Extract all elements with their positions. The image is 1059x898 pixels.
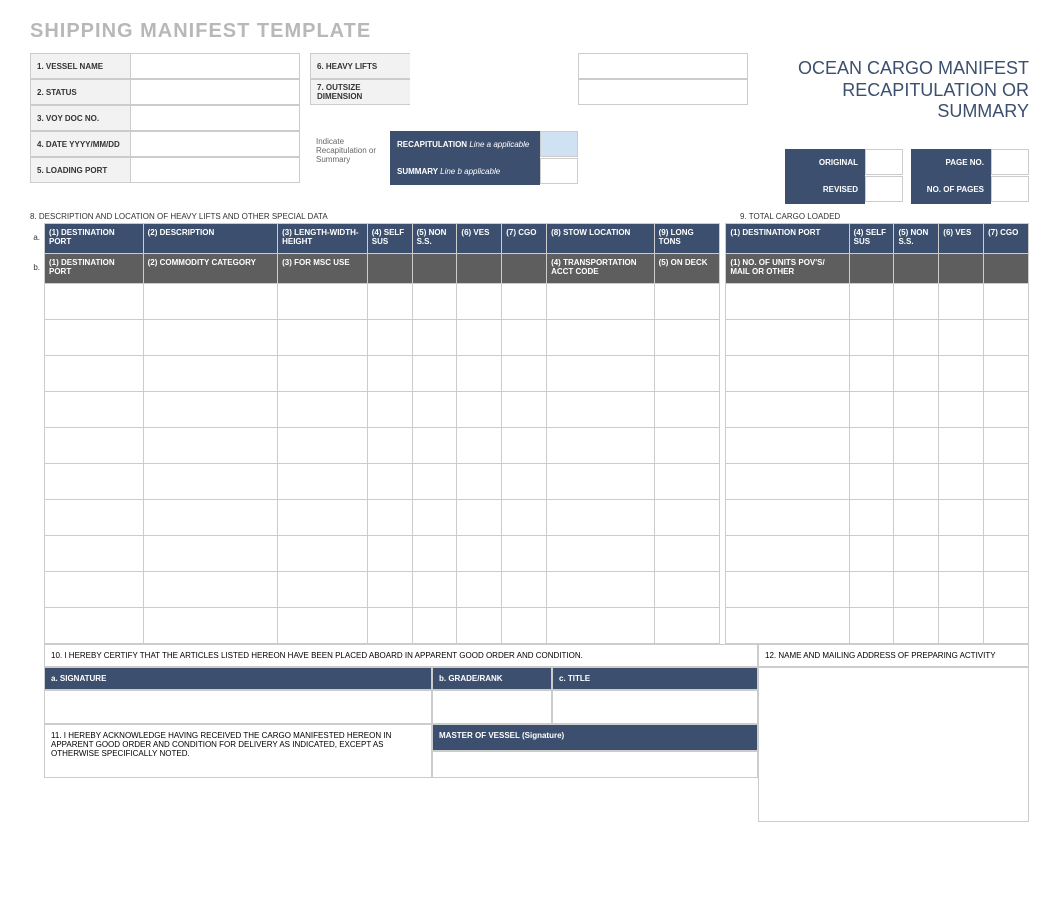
hdr-a-nonss2: (5) NON S.S. <box>894 223 939 253</box>
hdr-b-e8 <box>984 253 1029 283</box>
sig-a-field[interactable] <box>44 690 432 724</box>
sig-c-field[interactable] <box>552 690 758 724</box>
nopages-label: NO. OF PAGES <box>911 176 991 204</box>
field-voydoc-label: 3. VOY DOC NO. <box>30 105 130 131</box>
pageno-value[interactable] <box>991 149 1029 175</box>
field-loading-value[interactable] <box>130 157 300 183</box>
hdr-b-e2 <box>412 253 457 283</box>
table-body <box>45 283 1029 643</box>
addr-label: 12. NAME AND MAILING ADDRESS OF PREPARIN… <box>758 644 1029 667</box>
certify-text: 10. I HEREBY CERTIFY THAT THE ARTICLES L… <box>44 644 758 667</box>
field-heavylifts-value[interactable] <box>578 53 748 79</box>
revised-value[interactable] <box>865 176 903 202</box>
main-table-wrap: a. b. (1) DESTINATION PORT (2) DESCRIPTI… <box>30 223 1029 644</box>
sig-c-label: c. TITLE <box>552 667 758 690</box>
section-9-label: 9. TOTAL CARGO LOADED <box>740 212 1029 221</box>
doc-info: ORIGINAL REVISED PAGE NO. NO. OF PAGES <box>768 149 1029 204</box>
hdr-a-cgo2: (7) CGO <box>984 223 1029 253</box>
field-voydoc-value[interactable] <box>130 105 300 131</box>
hdr-b-e5 <box>849 253 894 283</box>
field-outsize-value[interactable] <box>578 79 748 105</box>
hdr-b-dest: (1) DESTINATION PORT <box>45 253 144 283</box>
top-section: 1. VESSEL NAME 2. STATUS 3. VOY DOC NO. … <box>30 53 1029 204</box>
header-row-a: (1) DESTINATION PORT (2) DESCRIPTION (3)… <box>45 223 1029 253</box>
table-row <box>45 391 1029 427</box>
header-row-b: (1) DESTINATION PORT (2) COMMODITY CATEG… <box>45 253 1029 283</box>
field-date-value[interactable] <box>130 131 300 157</box>
recap-b-check[interactable] <box>540 158 578 184</box>
hdr-b-e6 <box>894 253 939 283</box>
table-row <box>45 607 1029 643</box>
master-label: MASTER OF VESSEL (Signature) <box>432 724 758 751</box>
row-a-label: a. <box>30 223 44 253</box>
recap-b-label: SUMMARY Line b applicable <box>390 158 540 185</box>
hdr-b-e7 <box>939 253 984 283</box>
section-labels: 8. DESCRIPTION AND LOCATION OF HEAVY LIF… <box>30 212 1029 221</box>
table-row <box>45 463 1029 499</box>
hdr-a-lwh: (3) LENGTH-WIDTH-HEIGHT <box>278 223 368 253</box>
table-row <box>45 427 1029 463</box>
hdr-a-ves2: (6) VES <box>939 223 984 253</box>
hdr-a-ves: (6) VES <box>457 223 502 253</box>
hdr-a-desc: (2) DESCRIPTION <box>143 223 277 253</box>
hdr-a-dest2: (1) DESTINATION PORT <box>726 223 849 253</box>
recap-a-check[interactable] <box>540 131 578 157</box>
field-loading-label: 5. LOADING PORT <box>30 157 130 183</box>
hdr-a-cgo: (7) CGO <box>502 223 547 253</box>
footer-left: 10. I HEREBY CERTIFY THAT THE ARTICLES L… <box>44 644 758 822</box>
hdr-a-selfsus2: (4) SELF SUS <box>849 223 894 253</box>
table-row <box>45 355 1029 391</box>
pageno-label: PAGE NO. <box>911 149 991 177</box>
hdr-a-dest: (1) DESTINATION PORT <box>45 223 144 253</box>
table-row <box>45 535 1029 571</box>
field-vessel-label: 1. VESSEL NAME <box>30 53 130 79</box>
table-row <box>45 283 1029 319</box>
hdr-b-msc: (3) FOR MSC USE <box>278 253 368 283</box>
field-date-label: 4. DATE YYYY/MM/DD <box>30 131 130 157</box>
cargo-table: (1) DESTINATION PORT (2) DESCRIPTION (3)… <box>44 223 1029 644</box>
hdr-a-longtons: (9) LONG TONS <box>654 223 719 253</box>
master-sig-field[interactable] <box>432 751 758 778</box>
nopages-value[interactable] <box>991 176 1029 202</box>
field-vessel-value[interactable] <box>130 53 300 79</box>
hdr-b-e4 <box>502 253 547 283</box>
hdr-b-e1 <box>367 253 412 283</box>
hdr-a-selfsus: (4) SELF SUS <box>367 223 412 253</box>
table-row <box>45 499 1029 535</box>
footer-right: 12. NAME AND MAILING ADDRESS OF PREPARIN… <box>758 644 1029 822</box>
hdr-a-nonss: (5) NON S.S. <box>412 223 457 253</box>
indicate-text: Indicate Recapitulation or Summary <box>310 131 390 183</box>
header-fields: 1. VESSEL NAME 2. STATUS 3. VOY DOC NO. … <box>30 53 748 204</box>
page-title: SHIPPING MANIFEST TEMPLATE <box>30 20 1029 43</box>
sig-a-label: a. SIGNATURE <box>44 667 432 690</box>
hdr-b-units: (1) NO. OF UNITS POV'S/ MAIL OR OTHER <box>726 253 849 283</box>
hdr-b-commodity: (2) COMMODITY CATEGORY <box>143 253 277 283</box>
table-row <box>45 319 1029 355</box>
sig-b-label: b. GRADE/RANK <box>432 667 552 690</box>
revised-label: REVISED <box>785 176 865 204</box>
original-label: ORIGINAL <box>785 149 865 177</box>
sig-b-field[interactable] <box>432 690 552 724</box>
hdr-b-e3 <box>457 253 502 283</box>
footer: 10. I HEREBY CERTIFY THAT THE ARTICLES L… <box>44 644 1029 822</box>
field-status-value[interactable] <box>130 79 300 105</box>
document-title: OCEAN CARGO MANIFEST RECAPITULATION OR S… <box>768 53 1029 204</box>
recap-box: RECAPITULATION Line a applicable SUMMARY… <box>390 131 578 185</box>
hdr-b-ondeck: (5) ON DECK <box>654 253 719 283</box>
field-status-label: 2. STATUS <box>30 79 130 105</box>
recap-a-label: RECAPITULATION Line a applicable <box>390 131 540 158</box>
ack-text: 11. I HEREBY ACKNOWLEDGE HAVING RECEIVED… <box>44 724 432 778</box>
field-heavylifts-label: 6. HEAVY LIFTS <box>310 53 410 79</box>
section-8-label: 8. DESCRIPTION AND LOCATION OF HEAVY LIF… <box>30 212 740 221</box>
hdr-b-tac: (4) TRANSPORTATION ACCT CODE <box>547 253 655 283</box>
original-value[interactable] <box>865 149 903 175</box>
row-b-label: b. <box>30 253 44 283</box>
addr-field[interactable] <box>758 667 1029 822</box>
hdr-a-stow: (8) STOW LOCATION <box>547 223 655 253</box>
table-row <box>45 571 1029 607</box>
field-outsize-label: 7. OUTSIZE DIMENSION <box>310 79 410 105</box>
